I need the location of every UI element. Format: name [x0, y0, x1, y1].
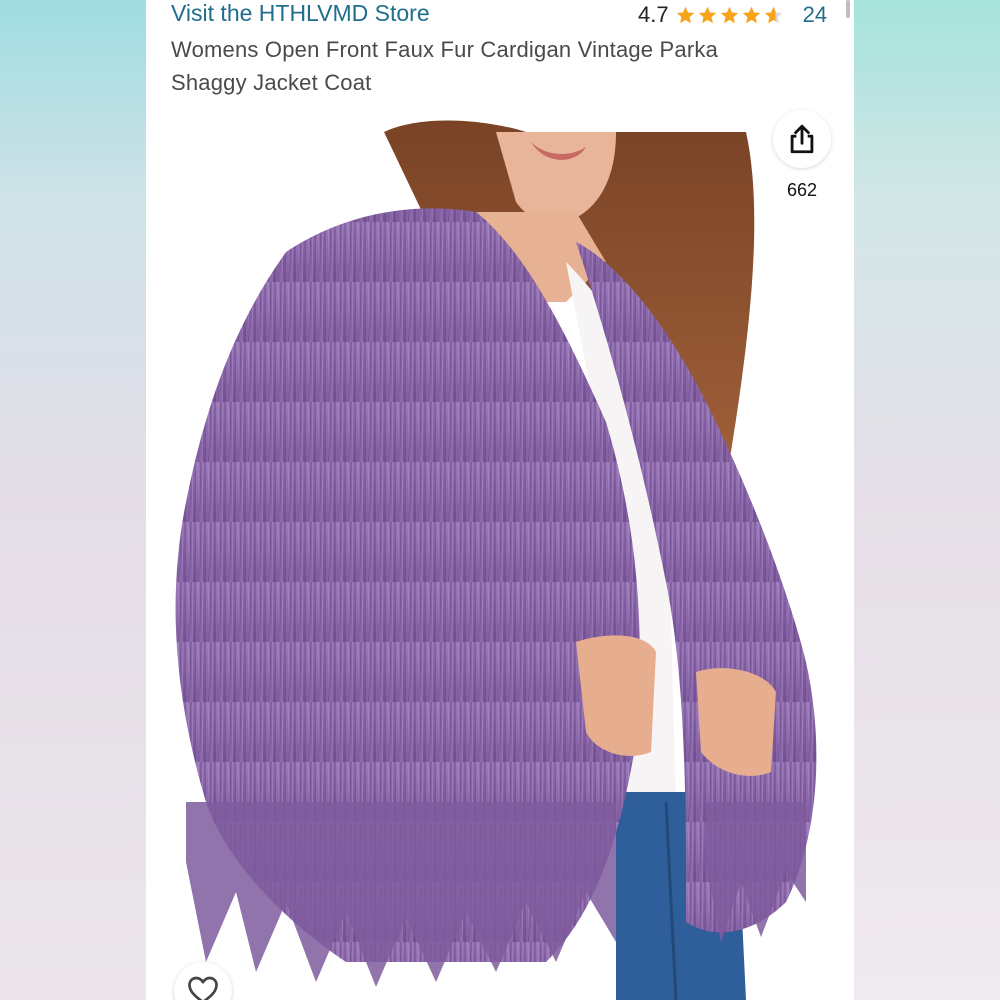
product-title: Womens Open Front Faux Fur Cardigan Vint…	[171, 37, 719, 95]
star-half-icon	[764, 6, 782, 23]
share-count: 662	[777, 174, 827, 206]
background-left-panel	[0, 0, 146, 1000]
star-icon	[676, 6, 694, 23]
product-header: Visit the HTHLVMD Store 4.7 24 Womens Op…	[146, 0, 854, 102]
product-image-area[interactable]: 662	[146, 102, 854, 1000]
star-rating	[675, 5, 785, 26]
heart-icon	[188, 976, 218, 1000]
share-icon	[790, 124, 814, 154]
rating-summary[interactable]: 4.7 24	[638, 0, 827, 30]
product-photo	[146, 102, 854, 1000]
background-right-panel	[854, 0, 1000, 1000]
product-page: Visit the HTHLVMD Store 4.7 24 Womens Op…	[146, 0, 854, 1000]
star-icon	[698, 6, 716, 23]
share-button[interactable]	[773, 110, 831, 168]
store-link[interactable]: Visit the HTHLVMD Store	[171, 0, 430, 27]
star-icon	[742, 6, 760, 23]
scrollbar	[846, 0, 850, 18]
rating-value: 4.7	[638, 2, 669, 27]
rating-count[interactable]: 24	[803, 2, 827, 28]
star-icon	[720, 6, 738, 23]
